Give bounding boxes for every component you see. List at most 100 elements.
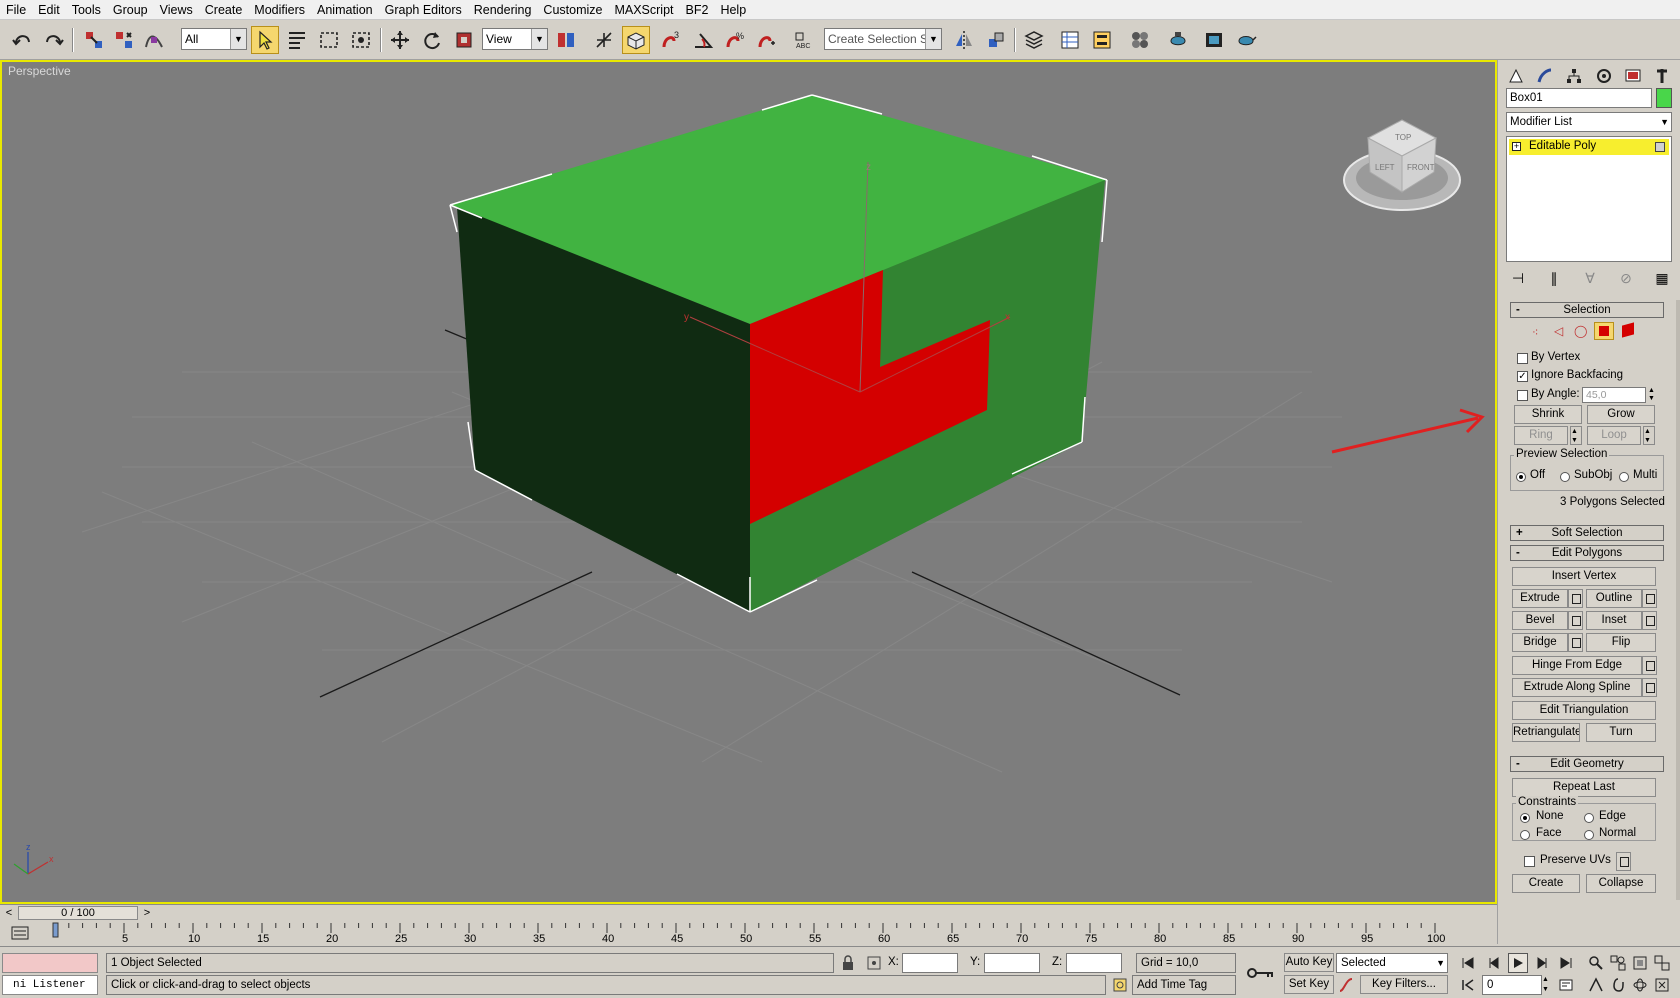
key-mode-dropdown[interactable]: Selected ▼ — [1336, 953, 1448, 973]
constraint-none-radio[interactable] — [1520, 813, 1530, 823]
ignore-backfacing-checkbox[interactable]: ✓ — [1517, 371, 1528, 382]
rendered-frame-window-icon[interactable] — [1200, 26, 1228, 54]
curve-editor-icon[interactable] — [1056, 26, 1084, 54]
inset-settings-icon[interactable] — [1642, 611, 1657, 630]
zoom-all-icon[interactable] — [1608, 953, 1628, 973]
bridge-settings-icon[interactable] — [1568, 633, 1583, 652]
polygon-icon[interactable] — [1594, 322, 1614, 340]
by-vertex-checkbox[interactable] — [1517, 353, 1528, 364]
viewcube-left-label[interactable]: LEFT — [1375, 163, 1395, 172]
render-setup-icon[interactable] — [1164, 26, 1192, 54]
display-tab-icon[interactable] — [1621, 64, 1645, 88]
go-to-end-icon[interactable] — [1556, 953, 1576, 973]
create-button[interactable]: Create — [1512, 874, 1580, 893]
bind-to-space-warp-icon[interactable] — [140, 26, 168, 54]
extrude-button[interactable]: Extrude — [1512, 589, 1568, 608]
default-in-out-tangents-icon[interactable] — [1336, 975, 1356, 995]
track-bar-menu-icon[interactable] — [0, 921, 40, 946]
spinner-snap-icon[interactable] — [753, 26, 781, 54]
preview-subobj-radio[interactable] — [1560, 472, 1570, 482]
menu-edit[interactable]: Edit — [32, 0, 66, 20]
scale-icon[interactable] — [450, 26, 478, 54]
material-editor-icon[interactable] — [1126, 26, 1154, 54]
menu-graph-editors[interactable]: Graph Editors — [379, 0, 468, 20]
inset-button[interactable]: Inset — [1586, 611, 1642, 630]
soft-selection-rollout-header[interactable]: + Soft Selection — [1510, 525, 1664, 541]
outline-button[interactable]: Outline — [1586, 589, 1642, 608]
utilities-tab-icon[interactable] — [1650, 64, 1674, 88]
menu-help[interactable]: Help — [714, 0, 752, 20]
unlink-selection-icon[interactable] — [110, 26, 138, 54]
extrude-settings-icon[interactable] — [1568, 589, 1583, 608]
key-mode-toggle-icon[interactable] — [1458, 975, 1478, 995]
shrink-button[interactable]: Shrink — [1514, 405, 1582, 424]
outline-settings-icon[interactable] — [1642, 589, 1657, 608]
preview-off-radio[interactable] — [1516, 472, 1526, 482]
set-key-button[interactable]: Set Key — [1284, 975, 1334, 994]
select-manipulate-icon[interactable] — [590, 26, 618, 54]
menu-animation[interactable]: Animation — [311, 0, 379, 20]
constraint-edge-radio[interactable] — [1584, 813, 1594, 823]
object-name-field[interactable]: Box01 — [1506, 88, 1652, 108]
next-frame-icon[interactable] — [1532, 953, 1552, 973]
modify-tab-icon[interactable] — [1533, 64, 1557, 88]
time-tag-icon[interactable] — [1110, 975, 1130, 995]
retriangulate-button[interactable]: Retriangulate — [1512, 723, 1580, 742]
create-tab-icon[interactable] — [1504, 64, 1528, 88]
command-panel-scrollbar[interactable] — [1676, 300, 1680, 900]
menu-customize[interactable]: Customize — [537, 0, 608, 20]
hinge-settings-icon[interactable] — [1642, 656, 1657, 675]
menu-create[interactable]: Create — [199, 0, 249, 20]
absolute-mode-transform-icon[interactable] — [864, 953, 884, 973]
bevel-settings-icon[interactable] — [1568, 611, 1583, 630]
rotate-icon[interactable] — [418, 26, 446, 54]
orbit-icon[interactable] — [1630, 975, 1650, 995]
move-icon[interactable] — [386, 26, 414, 54]
maxscript-mini-listener-pink[interactable] — [2, 953, 98, 973]
maximize-viewport-icon[interactable] — [1652, 975, 1672, 995]
flip-button[interactable]: Flip — [1586, 633, 1656, 652]
preview-multi-radio[interactable] — [1619, 472, 1629, 482]
menu-maxscript[interactable]: MAXScript — [608, 0, 679, 20]
menu-bf2[interactable]: BF2 — [680, 0, 715, 20]
select-object-icon[interactable] — [251, 26, 279, 54]
angle-snap-icon[interactable] — [689, 26, 717, 54]
collapse-button[interactable]: Collapse — [1586, 874, 1656, 893]
go-to-start-icon[interactable] — [1458, 953, 1478, 973]
modifier-list-dropdown[interactable]: Modifier List ▼ — [1506, 112, 1672, 132]
edit-polygons-rollout-header[interactable]: - Edit Polygons — [1510, 545, 1664, 561]
keyboard-shortcut-override-icon[interactable] — [622, 26, 650, 54]
auto-key-button[interactable]: Auto Key — [1284, 953, 1334, 972]
mirror-icon[interactable] — [950, 26, 978, 54]
constraint-normal-radio[interactable] — [1584, 830, 1594, 840]
menu-group[interactable]: Group — [107, 0, 154, 20]
menu-tools[interactable]: Tools — [66, 0, 107, 20]
by-angle-input[interactable]: 45,0 — [1582, 387, 1646, 403]
configure-modifier-sets-icon[interactable]: ▦ — [1652, 270, 1672, 288]
pin-stack-icon[interactable]: ⊣ — [1508, 270, 1528, 288]
prev-frame-arrow-icon[interactable]: < — [2, 906, 16, 920]
zoom-extents-icon[interactable] — [1630, 953, 1650, 973]
extrude-along-spline-button[interactable]: Extrude Along Spline — [1512, 678, 1642, 697]
object-color-swatch[interactable] — [1656, 88, 1672, 108]
edit-triangulation-button[interactable]: Edit Triangulation — [1512, 701, 1656, 720]
x-coordinate-input[interactable] — [902, 953, 958, 973]
zoom-icon[interactable] — [1586, 953, 1606, 973]
percent-snap-icon[interactable]: % — [721, 26, 749, 54]
select-and-link-icon[interactable] — [80, 26, 108, 54]
hinge-from-edge-button[interactable]: Hinge From Edge — [1512, 656, 1642, 675]
perspective-viewport[interactable]: Perspective z y x TOP LEFT FRONT z x — [0, 60, 1497, 904]
pan-view-icon[interactable] — [1608, 975, 1628, 995]
add-time-tag[interactable]: Add Time Tag — [1132, 975, 1236, 995]
play-icon[interactable] — [1508, 953, 1528, 973]
remove-modifier-icon[interactable]: ⊘ — [1616, 270, 1636, 288]
time-slider-thumb[interactable]: 0 / 100 — [18, 906, 138, 920]
lock-selection-icon[interactable] — [838, 953, 858, 973]
zoom-extents-all-icon[interactable] — [1652, 953, 1672, 973]
named-selection-set-dropdown[interactable]: Create Selection Set ▼ — [824, 28, 942, 50]
element-icon[interactable] — [1622, 322, 1634, 338]
menu-modifiers[interactable]: Modifiers — [248, 0, 311, 20]
bridge-button[interactable]: Bridge — [1512, 633, 1568, 652]
redo-icon[interactable] — [40, 26, 68, 54]
turn-button[interactable]: Turn — [1586, 723, 1656, 742]
